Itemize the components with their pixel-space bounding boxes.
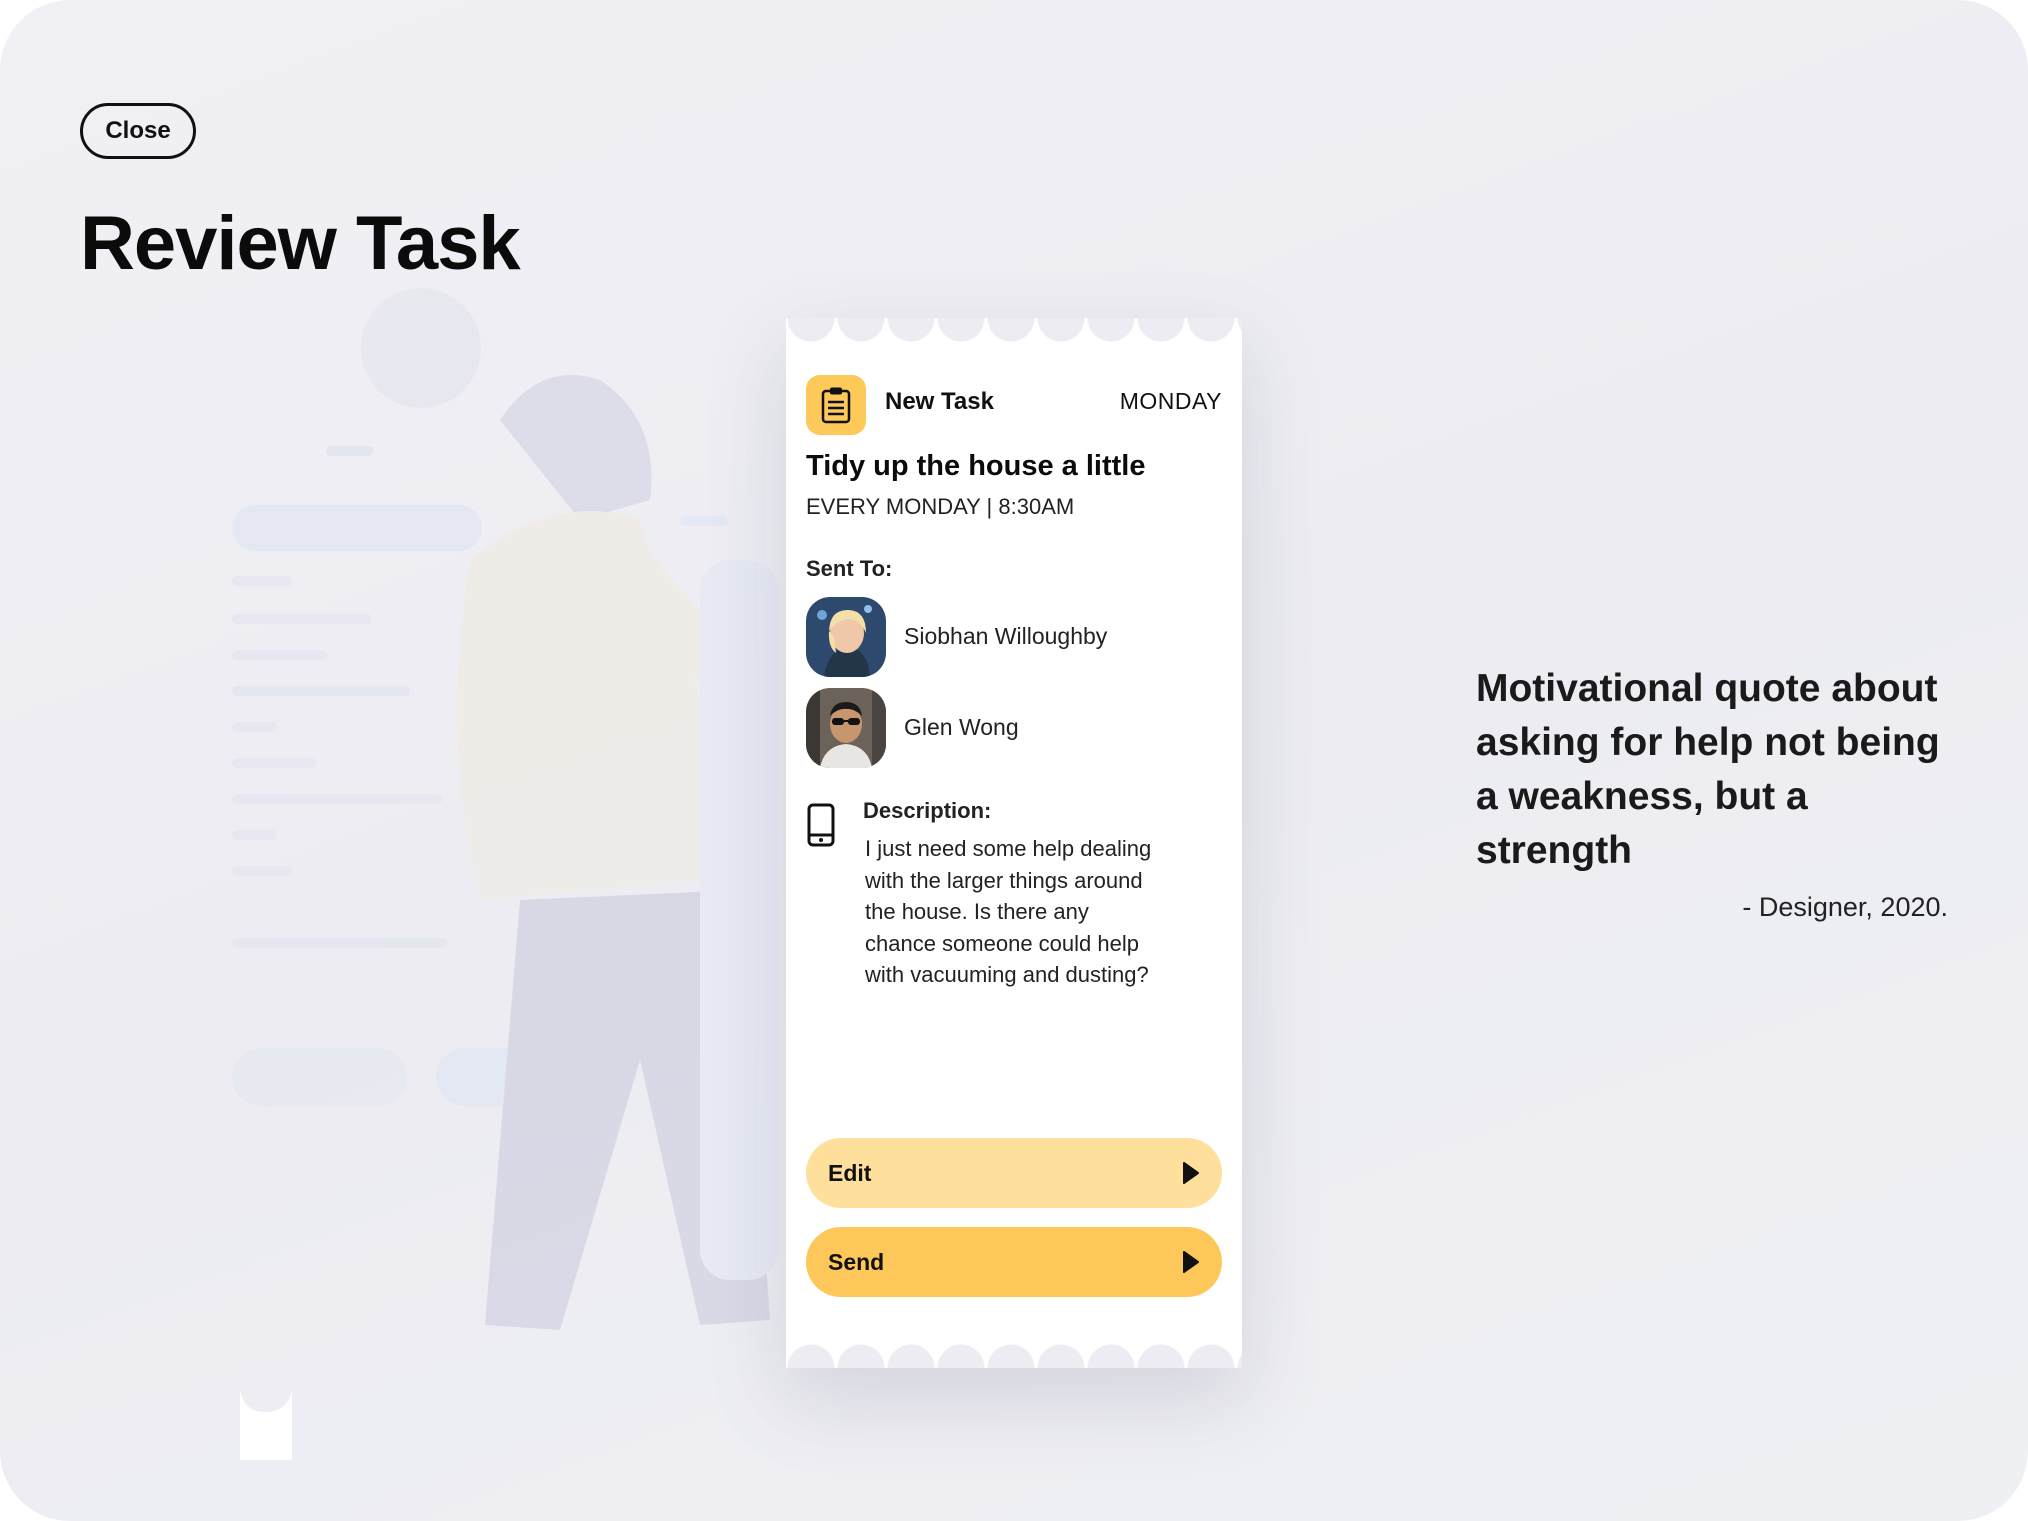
edit-button[interactable]: Edit	[806, 1138, 1222, 1208]
description-text: I just need some help dealing with the l…	[865, 836, 1152, 987]
clipboard-icon	[806, 375, 866, 435]
recipient-name: Siobhan Willoughby	[904, 623, 1108, 649]
task-kind-label: New Task	[885, 388, 994, 415]
description-label: Description:	[863, 798, 992, 823]
task-card: New Task MONDAY Tidy up the house a litt…	[786, 318, 1242, 1368]
page-title: Review Task	[80, 201, 521, 286]
bookmark-logo-icon	[240, 1390, 292, 1460]
task-day: MONDAY	[1119, 388, 1222, 414]
play-arrow-icon	[1183, 1162, 1199, 1184]
recipient-item[interactable]: Siobhan Willoughby	[806, 597, 1226, 677]
ticket-edge-top	[786, 318, 1242, 342]
task-schedule: EVERY MONDAY | 8:30AM	[806, 494, 1075, 519]
phone-icon	[807, 803, 835, 847]
review-task-screen: Close Review Task New Task MONDAY Tidy u…	[0, 0, 2028, 1521]
play-arrow-icon	[1183, 1251, 1199, 1273]
quote-attribution: - Designer, 2020.	[1742, 892, 1948, 922]
avatar	[806, 688, 886, 768]
close-button[interactable]: Close	[80, 103, 196, 159]
motivational-quote: Motivational quote about asking for help…	[1476, 667, 1940, 872]
ticket-edge-bottom	[786, 1344, 1242, 1368]
recipient-item[interactable]: Glen Wong	[806, 688, 1226, 768]
task-title: Tidy up the house a little	[806, 450, 1146, 482]
sent-to-label: Sent To:	[806, 556, 893, 581]
edit-button-label: Edit	[828, 1159, 872, 1186]
send-button[interactable]: Send	[806, 1227, 1222, 1297]
avatar	[806, 597, 886, 677]
send-button-label: Send	[828, 1248, 885, 1275]
recipient-name: Glen Wong	[904, 714, 1019, 740]
